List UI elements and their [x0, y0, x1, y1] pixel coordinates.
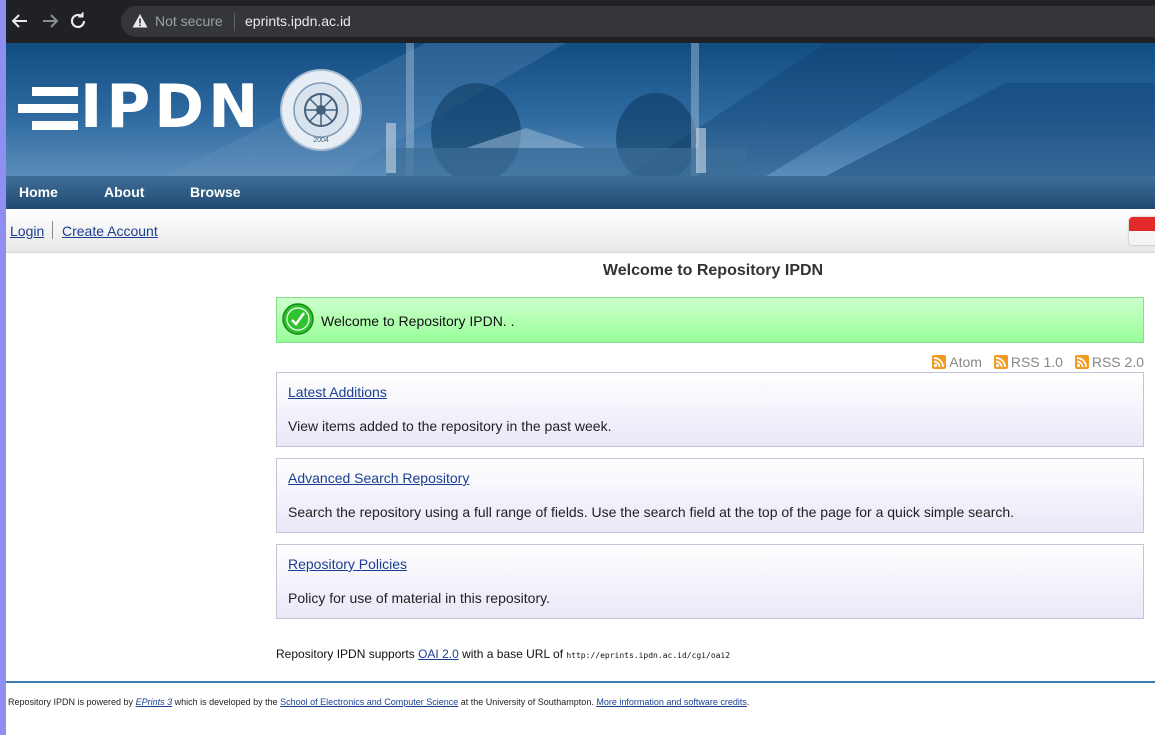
- footer-divider: [6, 681, 1155, 683]
- success-check-icon: [282, 303, 314, 340]
- rss1-feed-label[interactable]: RSS 1.0: [1011, 354, 1063, 370]
- footer-text-2: which is developed by the: [172, 697, 281, 707]
- oai-prefix: Repository IPDN supports: [276, 647, 419, 661]
- rss-feed-icon: [1074, 355, 1089, 369]
- security-status[interactable]: Not secure: [155, 13, 223, 29]
- rss-feed-icon: [932, 355, 947, 369]
- advanced-search-card: Advanced Search Repository Search the re…: [276, 458, 1144, 533]
- address-divider: [234, 13, 235, 31]
- browser-toolbar: Not secure eprints.ipdn.ac.id: [6, 0, 1155, 43]
- logo-bars-icon: [18, 87, 78, 130]
- footer-text-3: at the University of Southampton.: [458, 697, 597, 707]
- oai-middle: with a base URL of: [458, 647, 567, 661]
- login-link[interactable]: Login: [10, 223, 44, 239]
- footer-text-4: .: [746, 697, 750, 707]
- rss2-feed-label[interactable]: RSS 2.0: [1092, 354, 1144, 370]
- flag-white-stripe: [1129, 231, 1155, 245]
- site-logo-text: IPDN: [80, 72, 263, 142]
- oai-link[interactable]: OAI 2.0: [418, 647, 459, 661]
- account-bar: Login Create Account: [6, 209, 1155, 253]
- credits-link[interactable]: More information and software credits: [596, 697, 747, 707]
- latest-additions-description: View items added to the repository in th…: [288, 418, 612, 434]
- ipdn-seal-icon: 2004: [280, 69, 362, 151]
- eprints-link[interactable]: EPrints 3: [136, 697, 173, 707]
- welcome-message-box: Welcome to Repository IPDN. .: [276, 297, 1144, 343]
- rss1-feed-link[interactable]: RSS 1.0: [993, 354, 1063, 370]
- advanced-search-link[interactable]: Advanced Search Repository: [288, 470, 469, 486]
- warning-icon[interactable]: [132, 13, 148, 34]
- page-title: Welcome to Repository IPDN: [602, 262, 824, 279]
- address-bar[interactable]: Not secure eprints.ipdn.ac.id: [121, 6, 1155, 37]
- account-divider: [52, 221, 53, 239]
- back-arrow-icon[interactable]: [8, 9, 32, 33]
- url-text[interactable]: eprints.ipdn.ac.id: [245, 13, 351, 29]
- repository-policies-link[interactable]: Repository Policies: [288, 556, 407, 572]
- footer: Repository IPDN is powered by EPrints 3 …: [8, 697, 749, 707]
- main-menu: Home About Browse: [6, 176, 1155, 209]
- advanced-search-description: Search the repository using a full range…: [288, 504, 1015, 520]
- site-banner: IPDN 2004: [6, 43, 1155, 176]
- oai-support-text: Repository IPDN supports OAI 2.0 with a …: [276, 647, 730, 661]
- repository-policies-card: Repository Policies Policy for use of ma…: [276, 544, 1144, 619]
- menu-home[interactable]: Home: [19, 184, 58, 200]
- menu-browse[interactable]: Browse: [190, 184, 241, 200]
- atom-feed-label[interactable]: Atom: [949, 354, 982, 370]
- page: Not secure eprints.ipdn.ac.id IPDN 2004 …: [6, 0, 1155, 735]
- repository-policies-description: Policy for use of material in this repos…: [288, 590, 550, 606]
- rss-feed-icon: [993, 355, 1008, 369]
- school-link[interactable]: School of Electronics and Computer Scien…: [280, 697, 458, 707]
- rss2-feed-link[interactable]: RSS 2.0: [1074, 354, 1144, 370]
- create-account-link[interactable]: Create Account: [62, 223, 158, 239]
- forward-arrow-icon[interactable]: [38, 9, 62, 33]
- oai-base-url: http://eprints.ipdn.ac.id/cgi/oai2: [566, 651, 731, 660]
- reload-icon[interactable]: [66, 9, 90, 33]
- feed-links: Atom RSS 1.0 RSS 2.0: [924, 354, 1144, 370]
- menu-about[interactable]: About: [104, 184, 144, 200]
- flag-red-stripe: [1129, 217, 1155, 231]
- latest-additions-link[interactable]: Latest Additions: [288, 384, 387, 400]
- footer-text-1: Repository IPDN is powered by: [8, 697, 136, 707]
- atom-feed-link[interactable]: Atom: [932, 354, 982, 370]
- latest-additions-card: Latest Additions View items added to the…: [276, 372, 1144, 447]
- seal-year: 2004: [313, 137, 329, 144]
- welcome-message: Welcome to Repository IPDN. .: [321, 313, 515, 329]
- indonesia-flag-icon[interactable]: [1129, 217, 1155, 245]
